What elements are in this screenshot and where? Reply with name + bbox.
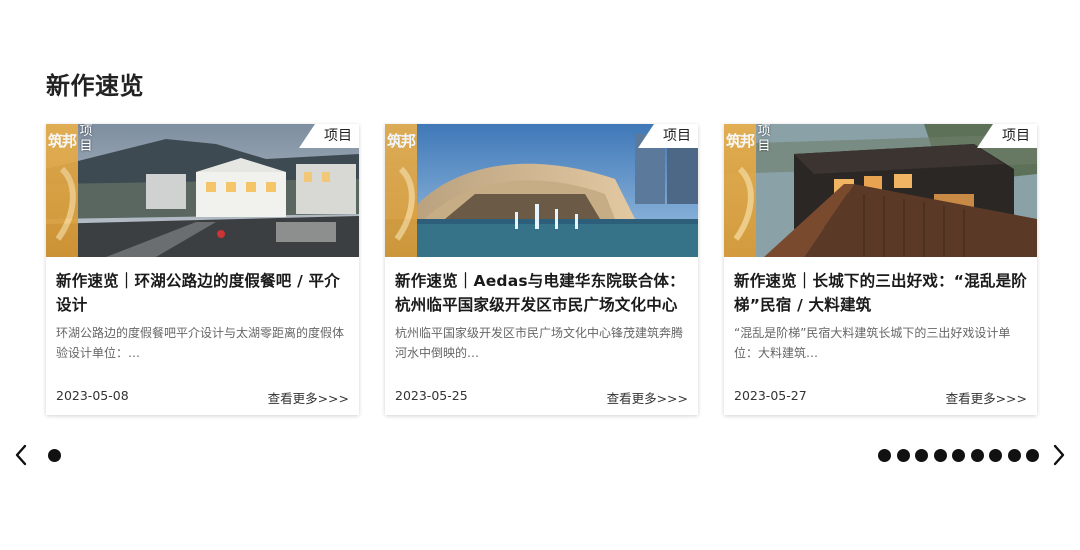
card-description: 杭州临平国家级开发区市民广场文化中心锋茂建筑奔腾河水中倒映的…: [395, 326, 684, 360]
brand-logo: 筑邦: [385, 124, 417, 257]
category-vertical-label: 项 目: [757, 124, 771, 154]
pagination-dot[interactable]: [1026, 449, 1039, 462]
pagination-dot[interactable]: [933, 449, 947, 462]
card-carousel: 筑邦 项 目 项目 新作速览｜环湖公路边的度假餐吧 / 平介设计 环湖公路边的度…: [46, 124, 1038, 415]
card-date: 2023-05-27: [734, 388, 807, 403]
card-image[interactable]: 筑邦 项 目 项目: [46, 124, 359, 257]
chevron-right-icon[interactable]: [1048, 440, 1070, 470]
project-card[interactable]: 筑邦 项 目 项目 新作速览｜长城下的三出好戏：“混乱是阶梯”民宿 / 大料建筑…: [724, 124, 1037, 415]
pagination-dot-active[interactable]: [48, 449, 61, 462]
card-title[interactable]: 新作速览｜长城下的三出好戏：“混乱是阶梯”民宿 / 大料建筑: [734, 269, 1030, 317]
read-more-link[interactable]: 查看更多>>>: [946, 388, 1027, 407]
section-title: 新作速览: [46, 72, 144, 100]
brand-logo: 筑邦: [724, 124, 756, 257]
pagination-dot[interactable]: [952, 449, 965, 462]
pagination-dot[interactable]: [878, 449, 891, 462]
read-more-link[interactable]: 查看更多>>>: [268, 388, 349, 407]
card-date: 2023-05-08: [56, 388, 129, 403]
card-date: 2023-05-25: [395, 388, 468, 403]
brand-logo: 筑邦: [46, 124, 78, 257]
card-description: “混乱是阶梯”民宿大料建筑长城下的三出好戏设计单位：大料建筑…: [734, 326, 1011, 360]
read-more-link[interactable]: 查看更多>>>: [607, 388, 688, 407]
card-title[interactable]: 新作速览｜环湖公路边的度假餐吧 / 平介设计: [56, 269, 352, 317]
project-card[interactable]: 筑邦 项目 新作速览｜Aedas与电建华东院联合体：杭州临平国家级开发区市民广场…: [385, 124, 698, 415]
pagination-dot[interactable]: [970, 449, 984, 462]
card-image[interactable]: 筑邦 项 目 项目: [724, 124, 1037, 257]
card-description: 环湖公路边的度假餐吧平介设计与太湖零距离的度假体验设计单位：…: [56, 326, 345, 360]
pagination-dot[interactable]: [1007, 449, 1021, 462]
category-vertical-label: 项 目: [79, 124, 93, 154]
project-card[interactable]: 筑邦 项 目 项目 新作速览｜环湖公路边的度假餐吧 / 平介设计 环湖公路边的度…: [46, 124, 359, 415]
card-image[interactable]: 筑邦 项目: [385, 124, 698, 257]
chevron-left-icon[interactable]: [10, 440, 32, 470]
pagination-dot[interactable]: [896, 449, 910, 462]
card-title[interactable]: 新作速览｜Aedas与电建华东院联合体：杭州临平国家级开发区市民广场文化中心: [395, 269, 691, 317]
pagination-dot[interactable]: [915, 449, 928, 462]
pagination-dot[interactable]: [989, 449, 1002, 462]
